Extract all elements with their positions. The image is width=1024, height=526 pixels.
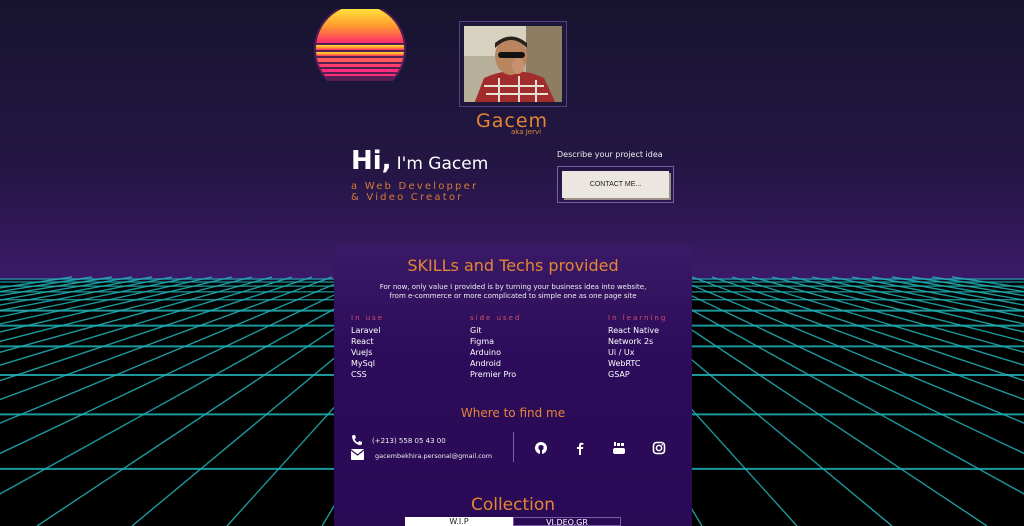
main-panel: SKILLs and Techs provided For now, only …: [334, 246, 692, 526]
youtube-icon[interactable]: [612, 441, 626, 455]
tab-videography[interactable]: VI.DEO.GR: [513, 517, 621, 526]
email-link[interactable]: gacembekhira.personal@gmail.com: [375, 452, 492, 460]
skill-item: VueJs: [351, 348, 373, 357]
profile-alias: aka Jervi: [511, 128, 542, 136]
role-line-1: a Web Developper: [351, 181, 479, 192]
skill-item: Figma: [470, 337, 495, 346]
skills-description: For now, only value I provided is by tur…: [334, 283, 692, 301]
facebook-icon[interactable]: [573, 441, 587, 455]
profile-photo: [464, 26, 562, 102]
skill-item: GSAP: [608, 370, 630, 379]
profile-role: a Web Developper & Video Creator: [351, 181, 478, 203]
skill-item: Arduino: [470, 348, 501, 357]
skills-title: SKILLs and Techs provided: [407, 256, 619, 275]
phone-number[interactable]: (+213) 558 05 43 00: [372, 437, 446, 445]
find-me-title: Where to find me: [460, 406, 566, 420]
contact-me-button[interactable]: CONTACT ME...: [562, 171, 669, 198]
collection-tabs: W.I.P VI.DEO.GR: [405, 517, 622, 526]
skills-desc-line-1: For now, only value I provided is by tur…: [379, 283, 647, 291]
column-heading: In use: [351, 314, 385, 322]
skill-item: CSS: [351, 370, 367, 379]
profile-photo-frame: [459, 21, 567, 107]
mail-icon: [351, 449, 364, 460]
phone-icon: [352, 435, 362, 446]
skills-column-in-learning: In learning React Native Network 2s Ui /…: [608, 314, 667, 380]
role-line-2: & Video Creator: [351, 192, 464, 203]
skills-column-side-used: side used Git Figma Arduino Android Prem…: [470, 314, 521, 380]
sunset-sun-logo: [314, 9, 406, 81]
tab-wip[interactable]: W.I.P: [405, 517, 513, 526]
github-icon[interactable]: [534, 441, 548, 455]
column-heading: side used: [470, 314, 522, 322]
skill-item: React: [351, 337, 374, 346]
collection-title: Collection: [470, 495, 556, 515]
skills-column-in-use: In use Laravel React VueJs MySql CSS: [351, 314, 384, 380]
greeting-hi: Hi,: [351, 146, 392, 176]
contact-divider: [513, 432, 514, 462]
greeting-intro: I'm Gacem: [396, 154, 489, 174]
skill-item: Git: [470, 326, 482, 335]
column-heading: In learning: [608, 314, 668, 322]
skill-item: Laravel: [351, 326, 381, 335]
skill-item: Premier Pro: [470, 370, 517, 379]
skill-item: Ui / Ux: [608, 348, 635, 357]
skill-item: Network 2s: [608, 337, 654, 346]
skill-item: React Native: [608, 326, 660, 335]
contact-button-frame: CONTACT ME...: [557, 166, 674, 203]
skill-item: MySql: [351, 359, 376, 368]
instagram-icon[interactable]: [652, 441, 666, 455]
contact-prompt: Describe your project idea: [557, 150, 663, 159]
greeting: Hi, I'm Gacem: [351, 146, 488, 176]
skill-item: Android: [470, 359, 501, 368]
skill-item: WebRTC: [608, 359, 641, 368]
skills-desc-line-2: from e-commerce or more complicated to s…: [389, 292, 637, 300]
